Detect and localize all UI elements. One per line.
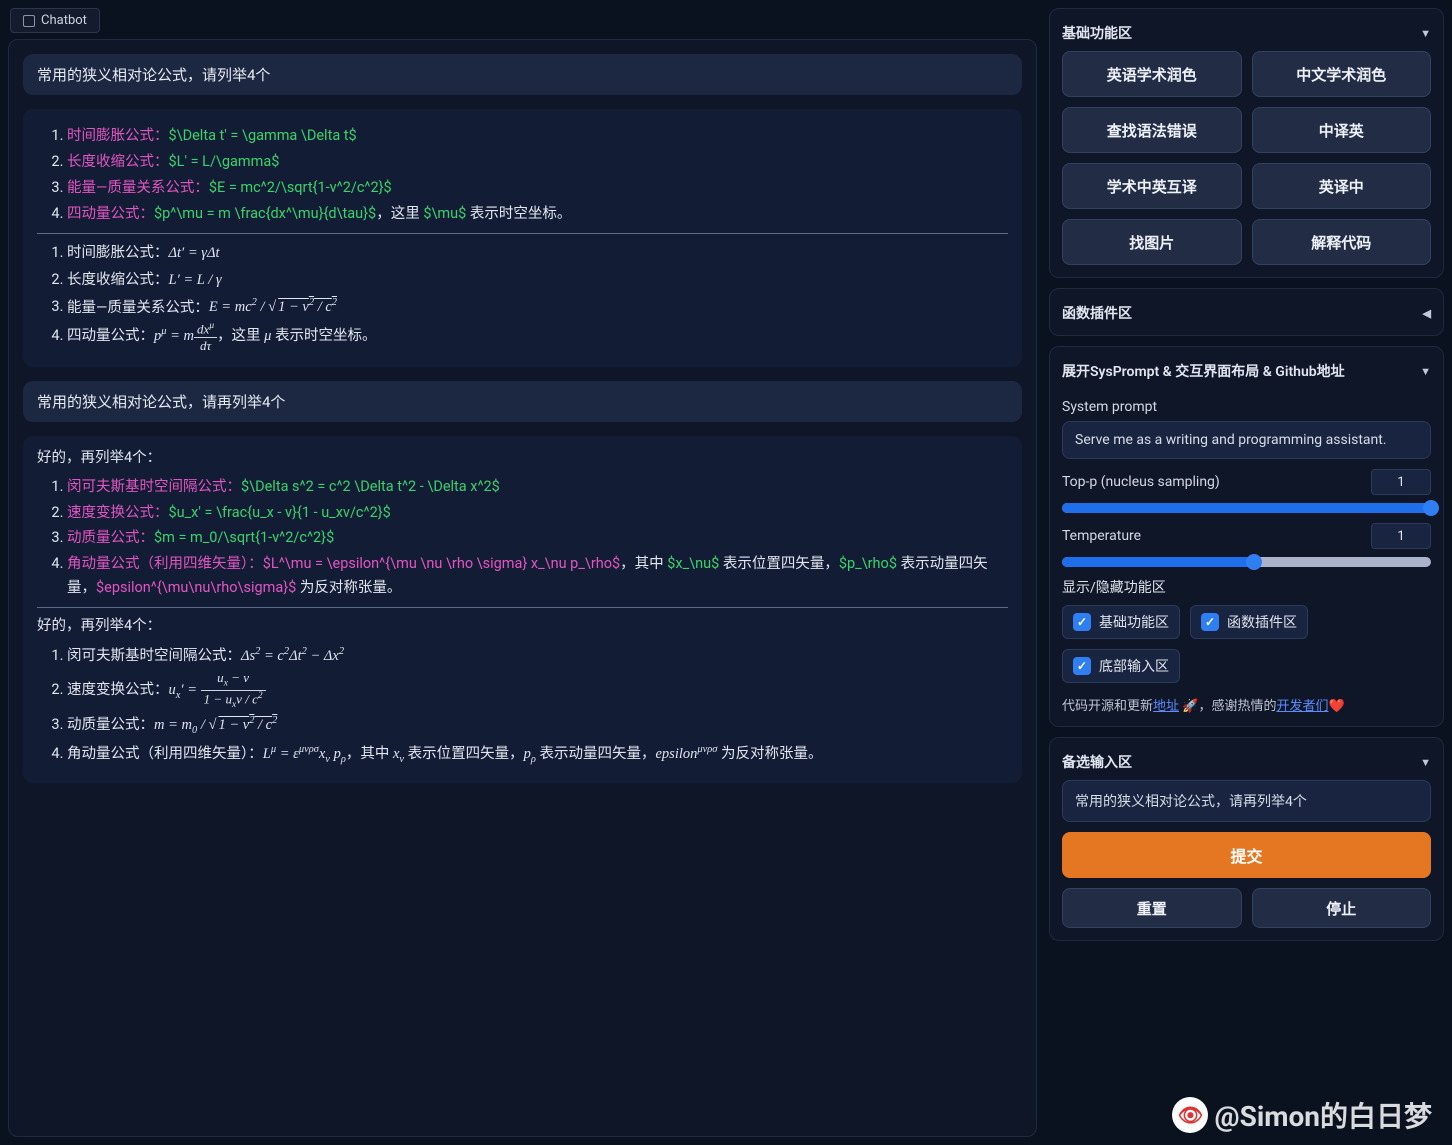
tab-chatbot[interactable]: Chatbot <box>10 8 100 33</box>
system-prompt-input[interactable]: Serve me as a writing and programming as… <box>1062 421 1431 459</box>
btn-find-image[interactable]: 找图片 <box>1062 219 1242 265</box>
btn-academic-translate[interactable]: 学术中英互译 <box>1062 163 1242 209</box>
reset-button[interactable]: 重置 <box>1062 888 1242 928</box>
submit-button[interactable]: 提交 <box>1062 832 1431 878</box>
separator <box>37 233 1008 234</box>
list-item: 动质量公式：m = m0 / 1 − v2 / c2 <box>67 711 1008 740</box>
rocket-icon: 🚀 <box>1182 699 1198 714</box>
chevron-left-icon: ◀ <box>1423 307 1431 320</box>
list-rendered: 闵可夫斯基时空间隔公式：Δs2 = c2Δt2 − Δx2 速度变换公式：ux′… <box>37 642 1008 769</box>
panel-plugins: 函数插件区 ◀ <box>1049 288 1444 336</box>
chk-bottom-input[interactable]: ✓ 底部输入区 <box>1062 649 1180 683</box>
list-raw: 时间膨胀公式：$\Delta t' = \gamma \Delta t$ 长度收… <box>37 123 1008 227</box>
temperature-label: Temperature <box>1062 528 1141 544</box>
panel-alt-input: 备选输入区 ▼ 常用的狭义相对论公式，请再列举4个 提交 重置 停止 <box>1049 737 1444 941</box>
topp-value[interactable]: 1 <box>1371 469 1431 495</box>
chevron-down-icon: ▼ <box>1420 756 1431 769</box>
user-text: 常用的狭义相对论公式，请列举4个 <box>37 66 270 84</box>
btn-english-polish[interactable]: 英语学术润色 <box>1062 51 1242 97</box>
right-column: 基础功能区 ▼ 英语学术润色 中文学术润色 查找语法错误 中译英 学术中英互译 … <box>1049 8 1444 1137</box>
chat-body: 常用的狭义相对论公式，请列举4个 时间膨胀公式：$\Delta t' = \ga… <box>8 39 1037 1137</box>
panel-title: 基础功能区 <box>1062 23 1132 43</box>
visibility-label: 显示/隐藏功能区 <box>1062 577 1431 597</box>
attribution-line: 代码开源和更新地址 🚀，感谢热情的开发者们❤️ <box>1062 695 1431 714</box>
user-message: 常用的狭义相对论公式，请列举4个 <box>23 54 1022 95</box>
btn-grammar-check[interactable]: 查找语法错误 <box>1062 107 1242 153</box>
panel-title: 函数插件区 <box>1062 303 1132 323</box>
topp-slider[interactable] <box>1062 503 1431 513</box>
chevron-down-icon: ▼ <box>1420 365 1431 378</box>
topp-label: Top-p (nucleus sampling) <box>1062 474 1220 490</box>
btn-explain-code[interactable]: 解释代码 <box>1252 219 1432 265</box>
separator <box>37 607 1008 608</box>
list-item: 长度收缩公式：L′ = L / γ <box>67 267 1008 294</box>
panel-basic: 基础功能区 ▼ 英语学术润色 中文学术润色 查找语法错误 中译英 学术中英互译 … <box>1049 8 1444 278</box>
btn-zh-to-en[interactable]: 中译英 <box>1252 107 1432 153</box>
panel-header-basic[interactable]: 基础功能区 ▼ <box>1062 19 1431 51</box>
assistant-message: 时间膨胀公式：$\Delta t' = \gamma \Delta t$ 长度收… <box>23 109 1022 367</box>
temperature-slider[interactable] <box>1062 557 1431 567</box>
chk-basic[interactable]: ✓ 基础功能区 <box>1062 605 1180 639</box>
panel-header-alt[interactable]: 备选输入区 ▼ <box>1062 748 1431 780</box>
list-item: 角动量公式（利用四维矢量）：Lμ = εμνρσxν pρ，其中 xν 表示位置… <box>67 740 1008 769</box>
list-item: 速度变换公式：$u_x' = \frac{u_x - v}{1 - u_xv/c… <box>67 500 1008 526</box>
list-item: 长度收缩公式：$L' = L/\gamma$ <box>67 149 1008 175</box>
btn-en-to-zh[interactable]: 英译中 <box>1252 163 1432 209</box>
list-item: 角动量公式（利用四维矢量）：$L^\mu = \epsilon^{\mu \nu… <box>67 551 1008 601</box>
list-item: 闵可夫斯基时空间隔公式：$\Delta s^2 = c^2 \Delta t^2… <box>67 474 1008 500</box>
list-item: 时间膨胀公式：$\Delta t' = \gamma \Delta t$ <box>67 123 1008 149</box>
list-item: 动质量公式：$m = m_0/\sqrt{1-v^2/c^2}$ <box>67 525 1008 551</box>
list-rendered: 时间膨胀公式：Δt′ = γΔt 长度收缩公式：L′ = L / γ 能量—质量… <box>37 240 1008 353</box>
list-item: 时间膨胀公式：Δt′ = γΔt <box>67 240 1008 267</box>
stop-button[interactable]: 停止 <box>1252 888 1432 928</box>
assistant-message: 好的，再列举4个： 闵可夫斯基时空间隔公式：$\Delta s^2 = c^2 … <box>23 436 1022 783</box>
panel-title: 展开SysPrompt & 交互界面布局 & Github地址 <box>1062 361 1345 381</box>
list-item: 速度变换公式：ux′ = ux − v1 − uxv / c2 <box>67 670 1008 711</box>
chevron-down-icon: ▼ <box>1420 27 1431 40</box>
github-link[interactable]: 地址 <box>1153 699 1179 714</box>
chat-icon <box>23 15 35 27</box>
heart-icon: ❤️ <box>1328 699 1344 714</box>
panel-sysprompt: 展开SysPrompt & 交互界面布局 & Github地址 ▼ System… <box>1049 346 1444 727</box>
chat-column: Chatbot 常用的狭义相对论公式，请列举4个 时间膨胀公式：$\Delta … <box>8 8 1037 1137</box>
devs-link[interactable]: 开发者们 <box>1276 699 1328 714</box>
list-raw: 闵可夫斯基时空间隔公式：$\Delta s^2 = c^2 \Delta t^2… <box>37 474 1008 602</box>
checkbox-checked-icon: ✓ <box>1073 657 1091 675</box>
panel-header-plugins[interactable]: 函数插件区 ◀ <box>1062 299 1431 325</box>
tab-label: Chatbot <box>41 13 87 28</box>
panel-title: 备选输入区 <box>1062 752 1132 772</box>
checkbox-checked-icon: ✓ <box>1073 613 1091 631</box>
list-item: 能量—质量关系公式：E = mc2 / 1 − v2 / c2 <box>67 294 1008 322</box>
btn-chinese-polish[interactable]: 中文学术润色 <box>1252 51 1432 97</box>
user-text: 常用的狭义相对论公式，请再列举4个 <box>37 393 285 411</box>
list-item: 四动量公式：$p^\mu = m \frac{dx^\mu}{d\tau}$，这… <box>67 201 1008 227</box>
intro-text: 好的，再列举4个： <box>37 446 1008 470</box>
list-item: 能量—质量关系公式：$E = mc^2/\sqrt{1-v^2/c^2}$ <box>67 175 1008 201</box>
list-item: 闵可夫斯基时空间隔公式：Δs2 = c2Δt2 − Δx2 <box>67 642 1008 670</box>
chk-plugins[interactable]: ✓ 函数插件区 <box>1190 605 1308 639</box>
list-item: 四动量公式：pμ = mdxμdτ，这里 μ 表示时空坐标。 <box>67 321 1008 352</box>
tab-strip: Chatbot <box>8 8 1037 39</box>
system-prompt-label: System prompt <box>1062 399 1431 415</box>
panel-header-sys[interactable]: 展开SysPrompt & 交互界面布局 & Github地址 ▼ <box>1062 357 1431 389</box>
checkbox-checked-icon: ✓ <box>1201 613 1219 631</box>
temperature-value[interactable]: 1 <box>1371 523 1431 549</box>
user-message: 常用的狭义相对论公式，请再列举4个 <box>23 381 1022 422</box>
alt-input[interactable]: 常用的狭义相对论公式，请再列举4个 <box>1062 780 1431 822</box>
intro-text: 好的，再列举4个： <box>37 614 1008 638</box>
basic-buttons-grid: 英语学术润色 中文学术润色 查找语法错误 中译英 学术中英互译 英译中 找图片 … <box>1062 51 1431 265</box>
